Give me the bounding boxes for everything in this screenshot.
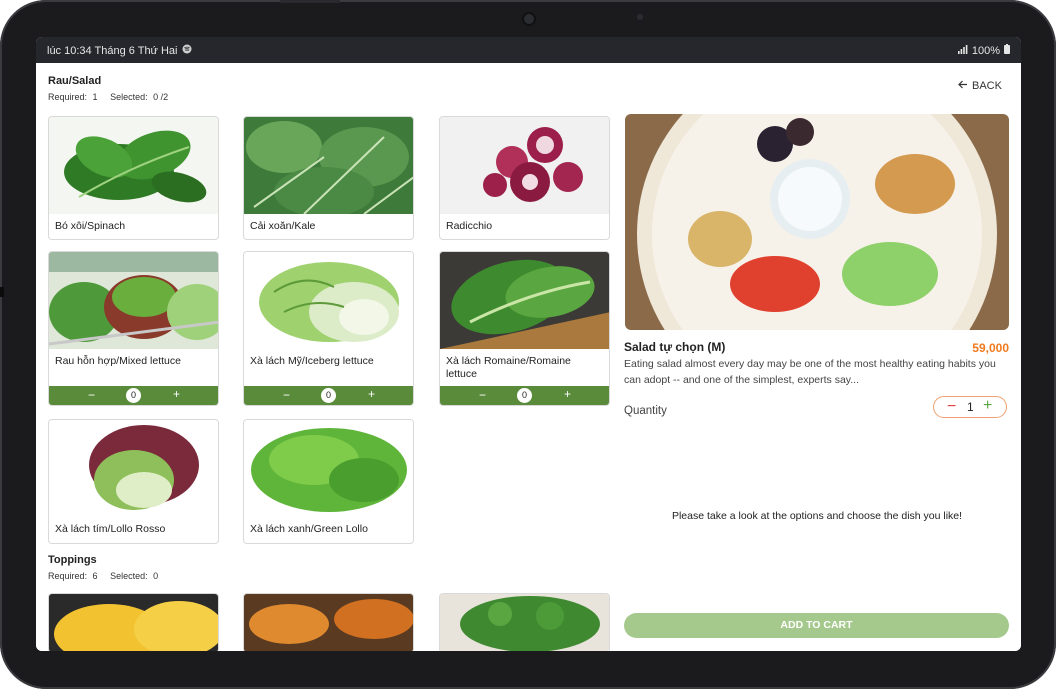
kale-image <box>244 117 413 214</box>
order-page: Rau/Salad Required: 1 Selected: 0 /2 BAC… <box>36 63 1021 651</box>
count-badge: 0 <box>126 388 141 403</box>
option-label: Cải xoăn/Kale <box>250 220 316 232</box>
increase-button[interactable]: + <box>368 387 375 401</box>
increase-button[interactable]: + <box>173 387 180 401</box>
iceberg-lettuce-image <box>244 252 413 349</box>
decrease-button[interactable]: − <box>947 398 956 416</box>
status-time: lúc 10:34 Tháng 6 Thứ Hai <box>47 44 178 57</box>
option-card-spinach[interactable]: Bó xôi/Spinach <box>48 116 219 240</box>
option-card-green-lollo[interactable]: Xà lách xanh/Green Lollo <box>243 419 414 544</box>
required-value: 6 <box>92 571 98 581</box>
option-card-mixed-lettuce[interactable]: Rau hỗn hợp/Mixed lettuce − 0 + <box>48 251 219 406</box>
corn-image <box>49 594 218 651</box>
section-meta-rau-salad: Required: 1 Selected: 0 /2 <box>48 92 168 102</box>
section-title-toppings: Toppings <box>48 554 97 566</box>
increase-button[interactable]: + <box>564 387 571 401</box>
tablet-frame: lúc 10:34 Tháng 6 Thứ Hai 100% Rau/Salad <box>0 0 1056 689</box>
increase-button[interactable]: + <box>983 397 992 415</box>
option-card-lollo-rosso[interactable]: Xà lách tím/Lollo Rosso <box>48 419 219 544</box>
radicchio-image <box>440 117 609 214</box>
side-button <box>0 287 4 297</box>
romaine-lettuce-image <box>440 252 609 349</box>
option-label: Xà lách Mỹ/Iceberg lettuce <box>250 355 374 367</box>
option-card-iceberg-lettuce[interactable]: Xà lách Mỹ/Iceberg lettuce − 0 + <box>243 251 414 406</box>
quantity-stepper: − 0 + <box>440 386 609 405</box>
selected-value: 0 <box>153 571 159 581</box>
battery-icon <box>1004 44 1010 57</box>
battery-level: 100% <box>971 44 1000 57</box>
quantity-label: Quantity <box>624 405 667 417</box>
quantity-value: 1 <box>967 400 974 414</box>
add-to-cart-button[interactable]: ADD TO CART <box>624 613 1009 638</box>
broccoli-image <box>440 594 609 651</box>
decrease-button[interactable]: − <box>479 388 486 402</box>
back-button[interactable]: BACK <box>958 80 1002 92</box>
option-card-radicchio[interactable]: Radicchio <box>439 116 610 240</box>
green-lollo-image <box>244 420 413 517</box>
option-label: Radicchio <box>446 220 493 232</box>
topping-card-broccoli[interactable] <box>439 593 610 651</box>
required-label: Required: <box>48 92 88 102</box>
decrease-button[interactable]: − <box>88 388 95 402</box>
dish-name: Salad tự chọn (M) <box>624 340 726 354</box>
arrow-left-icon <box>958 80 968 92</box>
light-sensor <box>637 14 643 20</box>
option-card-romaine-lettuce[interactable]: Xà lách Romaine/Romaine lettuce − 0 + <box>439 251 610 406</box>
quantity-stepper: − 1 + <box>933 396 1007 418</box>
section-title-rau-salad: Rau/Salad <box>48 75 102 87</box>
dish-price: 59,000 <box>972 341 1009 355</box>
option-label: Xà lách Romaine/Romaine lettuce <box>446 355 571 380</box>
dish-description: Eating salad almost every day may be one… <box>624 358 996 386</box>
option-card-kale[interactable]: Cải xoăn/Kale <box>243 116 414 240</box>
spotify-icon <box>182 44 192 57</box>
camera-lens <box>524 14 534 24</box>
status-bar: lúc 10:34 Tháng 6 Thứ Hai 100% <box>36 37 1021 63</box>
salad-bowl-image <box>625 114 1009 330</box>
count-badge: 0 <box>321 388 336 403</box>
section-meta-toppings: Required: 6 Selected: 0 <box>48 571 158 581</box>
signal-icon <box>957 44 968 57</box>
decrease-button[interactable]: − <box>283 388 290 402</box>
topping-card-sweet-potato[interactable] <box>243 593 414 651</box>
mixed-lettuce-image <box>49 252 218 349</box>
selected-label: Selected: <box>110 571 148 581</box>
option-label: Bó xôi/Spinach <box>55 220 126 232</box>
required-value: 1 <box>92 92 98 102</box>
topping-card-corn[interactable] <box>48 593 219 651</box>
spinach-image <box>49 117 218 214</box>
lollo-rosso-image <box>49 420 218 517</box>
quantity-stepper: − 0 + <box>244 386 413 405</box>
top-button <box>280 0 340 3</box>
option-label: Rau hỗn hợp/Mixed lettuce <box>55 355 181 367</box>
selection-hint: Please take a look at the options and ch… <box>671 510 963 522</box>
quantity-stepper: − 0 + <box>49 386 218 405</box>
option-label: Xà lách xanh/Green Lollo <box>250 523 368 535</box>
selected-label: Selected: <box>110 92 148 102</box>
count-badge: 0 <box>517 388 532 403</box>
back-label: BACK <box>972 80 1002 92</box>
selected-value: 0 /2 <box>153 92 169 102</box>
option-label: Xà lách tím/Lollo Rosso <box>55 523 166 535</box>
sweet-potato-image <box>244 594 413 651</box>
required-label: Required: <box>48 571 88 581</box>
screen: lúc 10:34 Tháng 6 Thứ Hai 100% Rau/Salad <box>36 37 1021 651</box>
